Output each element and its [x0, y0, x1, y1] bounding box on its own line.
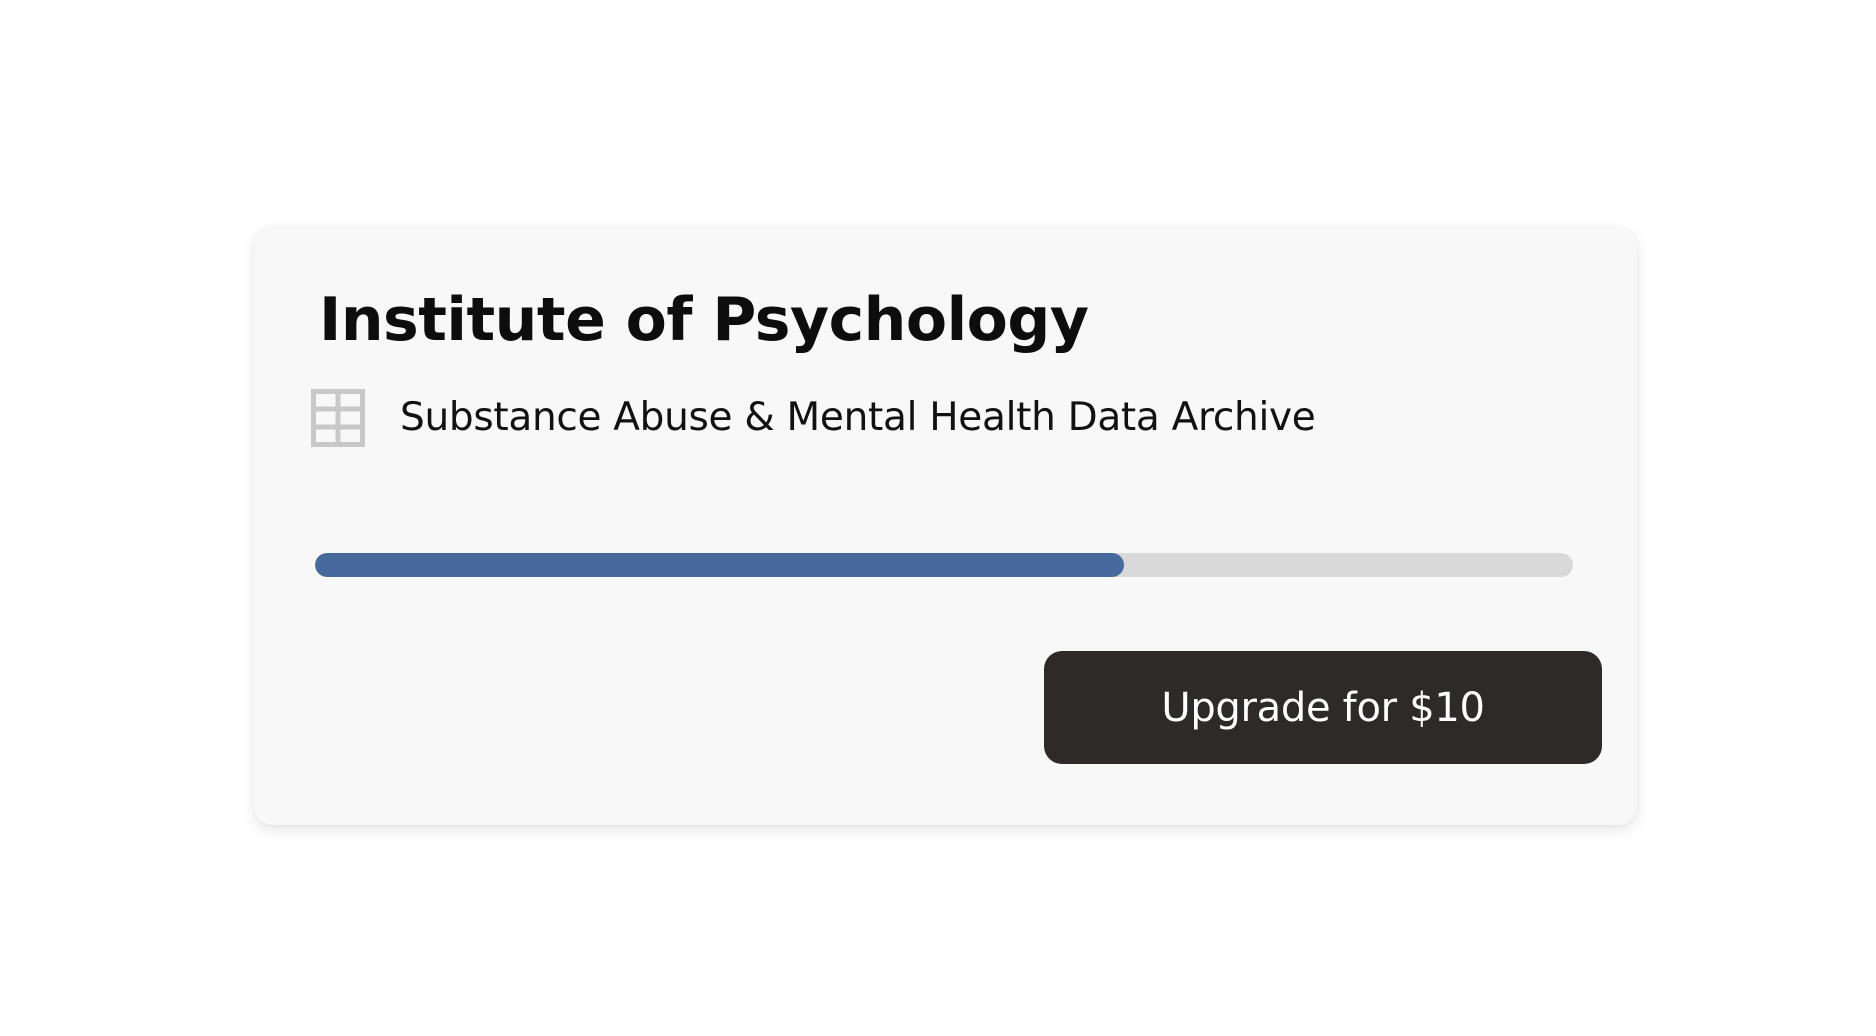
- progress-bar-fill: [315, 553, 1124, 577]
- upgrade-button[interactable]: Upgrade for $10: [1044, 651, 1602, 764]
- card-title: Institute of Psychology: [319, 285, 1089, 355]
- source-label: Substance Abuse & Mental Health Data Arc…: [400, 395, 1316, 440]
- progress-bar: [315, 553, 1573, 577]
- source-row: Substance Abuse & Mental Health Data Arc…: [311, 389, 1316, 447]
- table-grid-icon: [311, 389, 365, 447]
- upgrade-card: Institute of Psychology Substance Abuse …: [254, 226, 1637, 825]
